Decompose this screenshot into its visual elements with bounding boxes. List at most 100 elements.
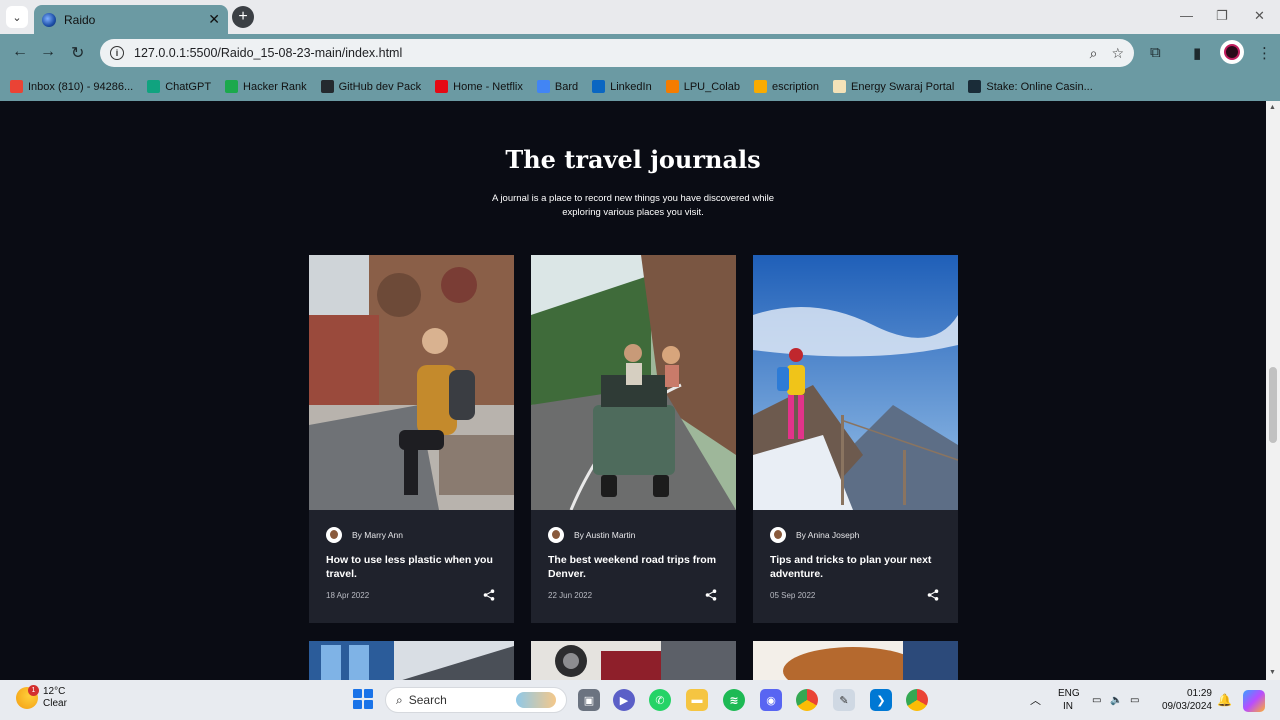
side-panel-icon[interactable]: ▮ [1193, 44, 1201, 62]
copilot-icon[interactable] [1243, 690, 1265, 712]
bookmark-label: Bard [554, 80, 579, 93]
url-text: 127.0.0.1:5500/Raido_15-08-23-main/index… [134, 46, 403, 60]
share-icon[interactable] [927, 589, 939, 601]
page-scrollbar[interactable]: ▲ ▼ [1266, 101, 1280, 680]
card-title[interactable]: How to use less plastic when you travel. [326, 553, 506, 581]
globe-icon [42, 12, 56, 27]
tab-search-button[interactable]: ⌄ [6, 6, 28, 28]
menu-icon[interactable]: ⋮ [1257, 44, 1272, 62]
bookmark-label: Inbox (810) - 94286... [28, 80, 134, 93]
bookmark-item[interactable]: Energy Swaraj Portal [833, 80, 954, 93]
bookmark-item[interactable]: Home - Netflix [435, 80, 523, 93]
avatar [548, 527, 564, 543]
weather-temp: 12°C [43, 686, 66, 697]
teams-icon[interactable]: ▶ [613, 689, 635, 711]
lang-code: ENG [1058, 688, 1080, 699]
weather-sun-icon: 1 [16, 685, 39, 709]
bookmark-favicon-icon [435, 80, 449, 93]
bookmark-item[interactable]: escription [753, 80, 819, 93]
bookmark-favicon-icon [10, 80, 23, 93]
share-icon[interactable] [705, 589, 717, 601]
bookmark-favicon-icon [147, 80, 161, 93]
tab-title: Raido [64, 12, 96, 27]
bookmark-item[interactable]: Inbox (810) - 94286... [10, 80, 133, 93]
whatsapp-icon[interactable]: ✆ [649, 689, 671, 711]
card-author: By Austin Martin [548, 527, 635, 543]
close-tab-icon[interactable]: ✕ [208, 11, 220, 28]
battery-icon[interactable]: ▭ [1130, 680, 1139, 720]
back-icon[interactable]: ← [12, 43, 28, 61]
reload-icon[interactable]: ↻ [71, 43, 84, 63]
bookmark-item[interactable]: Hacker Rank [225, 80, 307, 93]
clock-date: 09/03/2024 [1161, 701, 1212, 712]
volume-icon[interactable]: 🔈 [1110, 680, 1122, 720]
journal-card-image[interactable] [753, 641, 958, 680]
minimize-icon[interactable]: — [1180, 8, 1193, 23]
system-clock[interactable]: 01:29 09/03/2024 [1158, 687, 1212, 713]
card-photo [309, 255, 514, 510]
start-button[interactable] [353, 689, 373, 709]
bookmark-item[interactable]: LinkedIn [592, 80, 652, 93]
clock-time: 01:29 [1186, 688, 1212, 699]
journal-card[interactable]: By Marry Ann How to use less plastic whe… [309, 255, 514, 623]
file-explorer-icon[interactable]: ▬ [686, 689, 708, 711]
bookmark-favicon-icon [833, 80, 847, 93]
spotify-icon[interactable]: ≋ [723, 689, 745, 711]
site-info-icon[interactable]: i [110, 46, 124, 60]
discord-icon[interactable]: ◉ [760, 689, 782, 711]
tray-overflow-icon[interactable]: ︿ [1030, 680, 1041, 720]
bookmark-star-icon[interactable]: ☆ [1111, 45, 1124, 62]
journal-card-image[interactable] [309, 641, 514, 680]
chrome-active-icon[interactable] [906, 689, 928, 711]
notification-bell-icon[interactable]: 🔔 [1217, 680, 1232, 720]
maximize-icon[interactable]: ❐ [1216, 8, 1228, 24]
card-date: 18 Apr 2022 [326, 591, 370, 600]
extensions-icon[interactable]: ⧉ [1150, 44, 1161, 61]
scroll-thumb[interactable] [1269, 367, 1277, 443]
bookmark-label: Hacker Rank [243, 80, 307, 93]
avatar [770, 527, 786, 543]
weather-widget[interactable]: 1 12°C Clear [16, 685, 67, 710]
card-title[interactable]: Tips and tricks to plan your next advent… [770, 553, 950, 581]
journal-card[interactable]: By Anina Joseph Tips and tricks to plan … [753, 255, 958, 623]
page-viewport: The travel journals A journal is a place… [0, 101, 1266, 680]
zoom-icon[interactable]: ⌕ [1090, 45, 1098, 62]
task-view-icon[interactable]: ▣ [578, 689, 600, 711]
bookmark-label: LinkedIn [610, 80, 652, 93]
avatar [326, 527, 342, 543]
bookmark-favicon-icon [536, 80, 550, 93]
taskbar: 1 12°C Clear ⌕ Search ▣ ▶ ✆ ▬ ≋ ◉ ✎ ❯ ︿ … [0, 680, 1280, 720]
address-bar[interactable]: i 127.0.0.1:5500/Raido_15-08-23-main/ind… [100, 39, 1134, 67]
share-icon[interactable] [483, 589, 495, 601]
card-date: 22 Jun 2022 [548, 591, 593, 600]
language-indicator[interactable]: ENG IN [1058, 687, 1080, 713]
section-title: The travel journals [505, 145, 761, 174]
bookmark-item[interactable]: GitHub dev Pack [320, 80, 421, 93]
scroll-down-icon[interactable]: ▼ [1269, 669, 1276, 676]
vscode-icon[interactable]: ❯ [870, 689, 892, 711]
bookmark-favicon-icon [753, 80, 767, 93]
notepad-icon[interactable]: ✎ [833, 689, 855, 711]
close-window-icon[interactable]: ✕ [1254, 8, 1265, 24]
region-code: IN [1063, 701, 1073, 712]
chrome-icon[interactable] [796, 689, 818, 711]
active-tab[interactable]: Raido ✕ [34, 5, 228, 34]
search-label: Search [408, 693, 447, 707]
taskbar-search[interactable]: ⌕ Search [385, 687, 567, 713]
new-tab-button[interactable]: + [232, 6, 254, 28]
bookmark-item[interactable]: Bard [536, 80, 579, 93]
forward-icon[interactable]: → [40, 43, 56, 61]
journal-card[interactable]: By Austin Martin The best weekend road t… [531, 255, 736, 623]
profile-avatar[interactable] [1220, 40, 1244, 64]
card-author: By Anina Joseph [770, 527, 859, 543]
bookmark-item[interactable]: LPU_Colab [665, 80, 740, 93]
bookmark-favicon-icon [665, 80, 679, 93]
scroll-up-icon[interactable]: ▲ [1269, 104, 1276, 111]
bookmarks-bar: Inbox (810) - 94286... ChatGPT Hacker Rank… [0, 72, 1280, 101]
bookmark-item[interactable]: Stake: Online Casin... [968, 80, 1093, 93]
bookmark-label: Stake: Online Casin... [986, 80, 1093, 93]
journal-card-image[interactable] [531, 641, 736, 680]
network-icon[interactable]: ▭ [1092, 680, 1101, 720]
card-title[interactable]: The best weekend road trips from Denver. [548, 553, 728, 581]
bookmark-item[interactable]: ChatGPT [147, 80, 211, 93]
